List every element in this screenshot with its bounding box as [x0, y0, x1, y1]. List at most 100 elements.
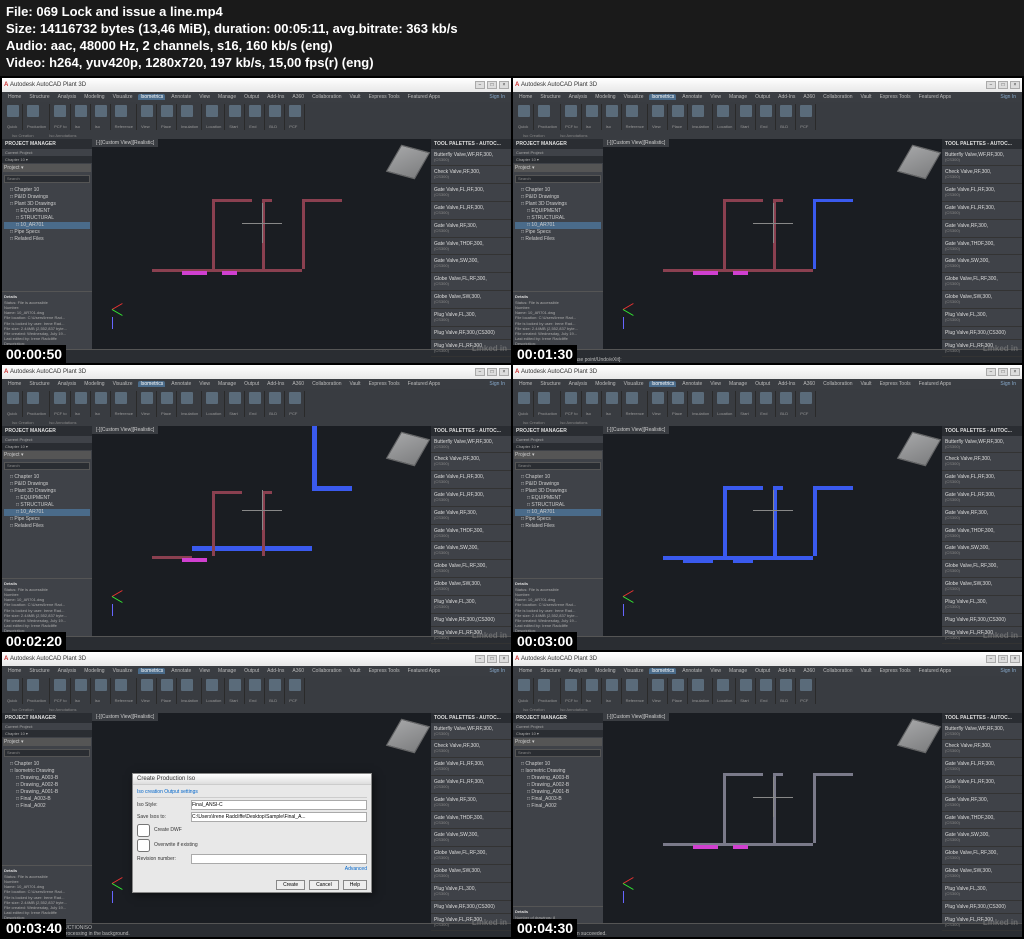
project-dropdown[interactable]: Chapter 10 ▾ — [513, 730, 603, 737]
tree-item[interactable]: □ Plant 3D Drawings — [4, 488, 90, 495]
ribbon-icon[interactable] — [269, 392, 281, 404]
ribbon-icon[interactable] — [626, 679, 638, 691]
palette-item[interactable]: Gate Valve,SW,300,(CS300) — [942, 255, 1022, 273]
ribbon-icon[interactable] — [692, 392, 704, 404]
tree-item[interactable]: □ Chapter 10 — [4, 474, 90, 481]
ribbon-tab[interactable]: Collaboration — [821, 381, 854, 387]
pipe-segment[interactable] — [693, 271, 718, 275]
tree-item[interactable]: □ 10_AR701 — [4, 509, 90, 516]
palette-item[interactable]: Check Valve,RF,300,(CS300) — [942, 740, 1022, 758]
ribbon-icon[interactable] — [141, 392, 153, 404]
pipe-segment[interactable] — [192, 546, 312, 551]
tree-item[interactable]: □ Final_A002 — [515, 803, 601, 810]
search-input[interactable]: Search — [4, 462, 90, 470]
ribbon-tab[interactable]: View — [708, 668, 723, 674]
pipe-segment[interactable] — [733, 558, 753, 563]
pipe-segment[interactable] — [773, 773, 783, 776]
ribbon-icon[interactable] — [565, 392, 577, 404]
palette-item[interactable]: Gate Valve,THDF,300,(CS300) — [431, 812, 511, 830]
ribbon-icon[interactable] — [269, 105, 281, 117]
ribbon-icon[interactable] — [115, 679, 127, 691]
ribbon-tab[interactable]: Manage — [216, 381, 238, 387]
tree-item[interactable]: □ Chapter 10 — [515, 761, 601, 768]
ribbon-tab[interactable]: Structure — [538, 94, 562, 100]
pipe-segment[interactable] — [693, 845, 718, 849]
ribbon-icon[interactable] — [27, 392, 39, 404]
tree-item[interactable]: □ 10_AR701 — [515, 509, 601, 516]
pipe-segment[interactable] — [723, 773, 726, 843]
ribbon-icon[interactable] — [538, 392, 550, 404]
ribbon-tab[interactable]: Isometrics — [138, 668, 165, 674]
minimize-icon[interactable]: − — [986, 655, 996, 663]
maximize-icon[interactable]: □ — [998, 368, 1008, 376]
viewcube[interactable] — [386, 144, 431, 179]
palette-item[interactable]: Plug Valve,RF,300,(CS300) — [942, 327, 1022, 340]
maximize-icon[interactable]: □ — [487, 655, 497, 663]
ribbon-tab[interactable]: Isometrics — [649, 94, 676, 100]
pipe-segment[interactable] — [182, 558, 207, 562]
project-dropdown[interactable]: Chapter 10 ▾ — [513, 443, 603, 450]
ribbon-tab[interactable]: Analysis — [56, 94, 79, 100]
ribbon-icon[interactable] — [780, 105, 792, 117]
save-path-input[interactable] — [191, 812, 367, 822]
palette-item[interactable]: Plug Valve,FL,300,(CS300) — [431, 596, 511, 614]
pipe-segment[interactable] — [723, 773, 763, 776]
ribbon-tab[interactable]: Structure — [27, 94, 51, 100]
palette-item[interactable]: Globe Valve,FL,RF,300,(CS300) — [942, 560, 1022, 578]
ribbon-icon[interactable] — [672, 392, 684, 404]
ribbon-tab[interactable]: Modeling — [82, 668, 106, 674]
palette-item[interactable]: Gate Valve,RF,300,(CS300) — [942, 794, 1022, 812]
ribbon-icon[interactable] — [7, 679, 19, 691]
ribbon-icon[interactable] — [229, 105, 241, 117]
tree-item[interactable]: □ Chapter 10 — [515, 187, 601, 194]
pipe-segment[interactable] — [813, 199, 816, 269]
minimize-icon[interactable]: − — [475, 368, 485, 376]
ribbon-icon[interactable] — [181, 679, 193, 691]
tree-item[interactable]: □ STRUCTURAL — [515, 502, 601, 509]
ribbon-tab[interactable]: Structure — [538, 381, 562, 387]
tree-item[interactable]: □ Pipe Specs — [515, 229, 601, 236]
tree-item[interactable]: □ STRUCTURAL — [4, 215, 90, 222]
viewcube[interactable] — [386, 718, 431, 753]
palette-item[interactable]: Globe Valve,FL,RF,300,(CS300) — [431, 560, 511, 578]
ribbon-tab[interactable]: Add-Ins — [776, 668, 797, 674]
ribbon-tab[interactable]: Featured Apps — [917, 668, 954, 674]
ribbon-icon[interactable] — [586, 679, 598, 691]
search-input[interactable]: Search — [4, 749, 90, 757]
palette-item[interactable]: Gate Valve,RF,300,(CS300) — [431, 507, 511, 525]
close-icon[interactable]: × — [1010, 368, 1020, 376]
ribbon-tab[interactable]: Featured Apps — [406, 94, 443, 100]
ribbon-tab[interactable]: Isometrics — [649, 381, 676, 387]
palette-item[interactable]: Gate Valve,FL,RF,300,(CS300) — [942, 202, 1022, 220]
ribbon-icon[interactable] — [7, 392, 19, 404]
ribbon-tab[interactable]: Analysis — [56, 381, 79, 387]
tree-item[interactable]: □ Isometric Drawing — [515, 768, 601, 775]
palette-item[interactable]: Globe Valve,SW,300,(CS300) — [942, 578, 1022, 596]
maximize-icon[interactable]: □ — [487, 81, 497, 89]
tree-item[interactable]: □ EQUIPMENT — [4, 208, 90, 215]
palette-item[interactable]: Plug Valve,RF,300,(CS300) — [431, 901, 511, 914]
viewcube[interactable] — [897, 431, 942, 466]
ribbon-tab[interactable]: Modeling — [593, 668, 617, 674]
pipe-segment[interactable] — [723, 486, 763, 490]
ribbon-tab[interactable]: Manage — [216, 94, 238, 100]
ribbon-tab[interactable]: Isometrics — [649, 668, 676, 674]
ribbon-icon[interactable] — [27, 105, 39, 117]
ribbon-icon[interactable] — [161, 679, 173, 691]
pipe-segment[interactable] — [182, 271, 207, 275]
close-icon[interactable]: × — [499, 655, 509, 663]
ribbon-tab[interactable]: Annotate — [169, 381, 193, 387]
palette-item[interactable]: Globe Valve,SW,300,(CS300) — [431, 578, 511, 596]
ribbon-icon[interactable] — [161, 105, 173, 117]
ribbon-tab[interactable]: Annotate — [680, 668, 704, 674]
ribbon-tab[interactable]: Express Tools — [367, 381, 402, 387]
viewport-tab[interactable]: [-][Custom View][Realistic] — [603, 139, 669, 147]
ribbon-tab[interactable]: Vault — [859, 94, 874, 100]
minimize-icon[interactable]: − — [986, 368, 996, 376]
viewport-tab[interactable]: [-][Custom View][Realistic] — [603, 426, 669, 434]
palette-item[interactable]: Plug Valve,FL,300,(CS300) — [431, 883, 511, 901]
command-line[interactable]: Command: ≡▸ Type a command — [2, 636, 511, 650]
tree-item[interactable]: □ Related Files — [515, 523, 601, 530]
tree-item[interactable]: □ EQUIPMENT — [515, 208, 601, 215]
tree-item[interactable]: □ Final_A003-B — [4, 796, 90, 803]
